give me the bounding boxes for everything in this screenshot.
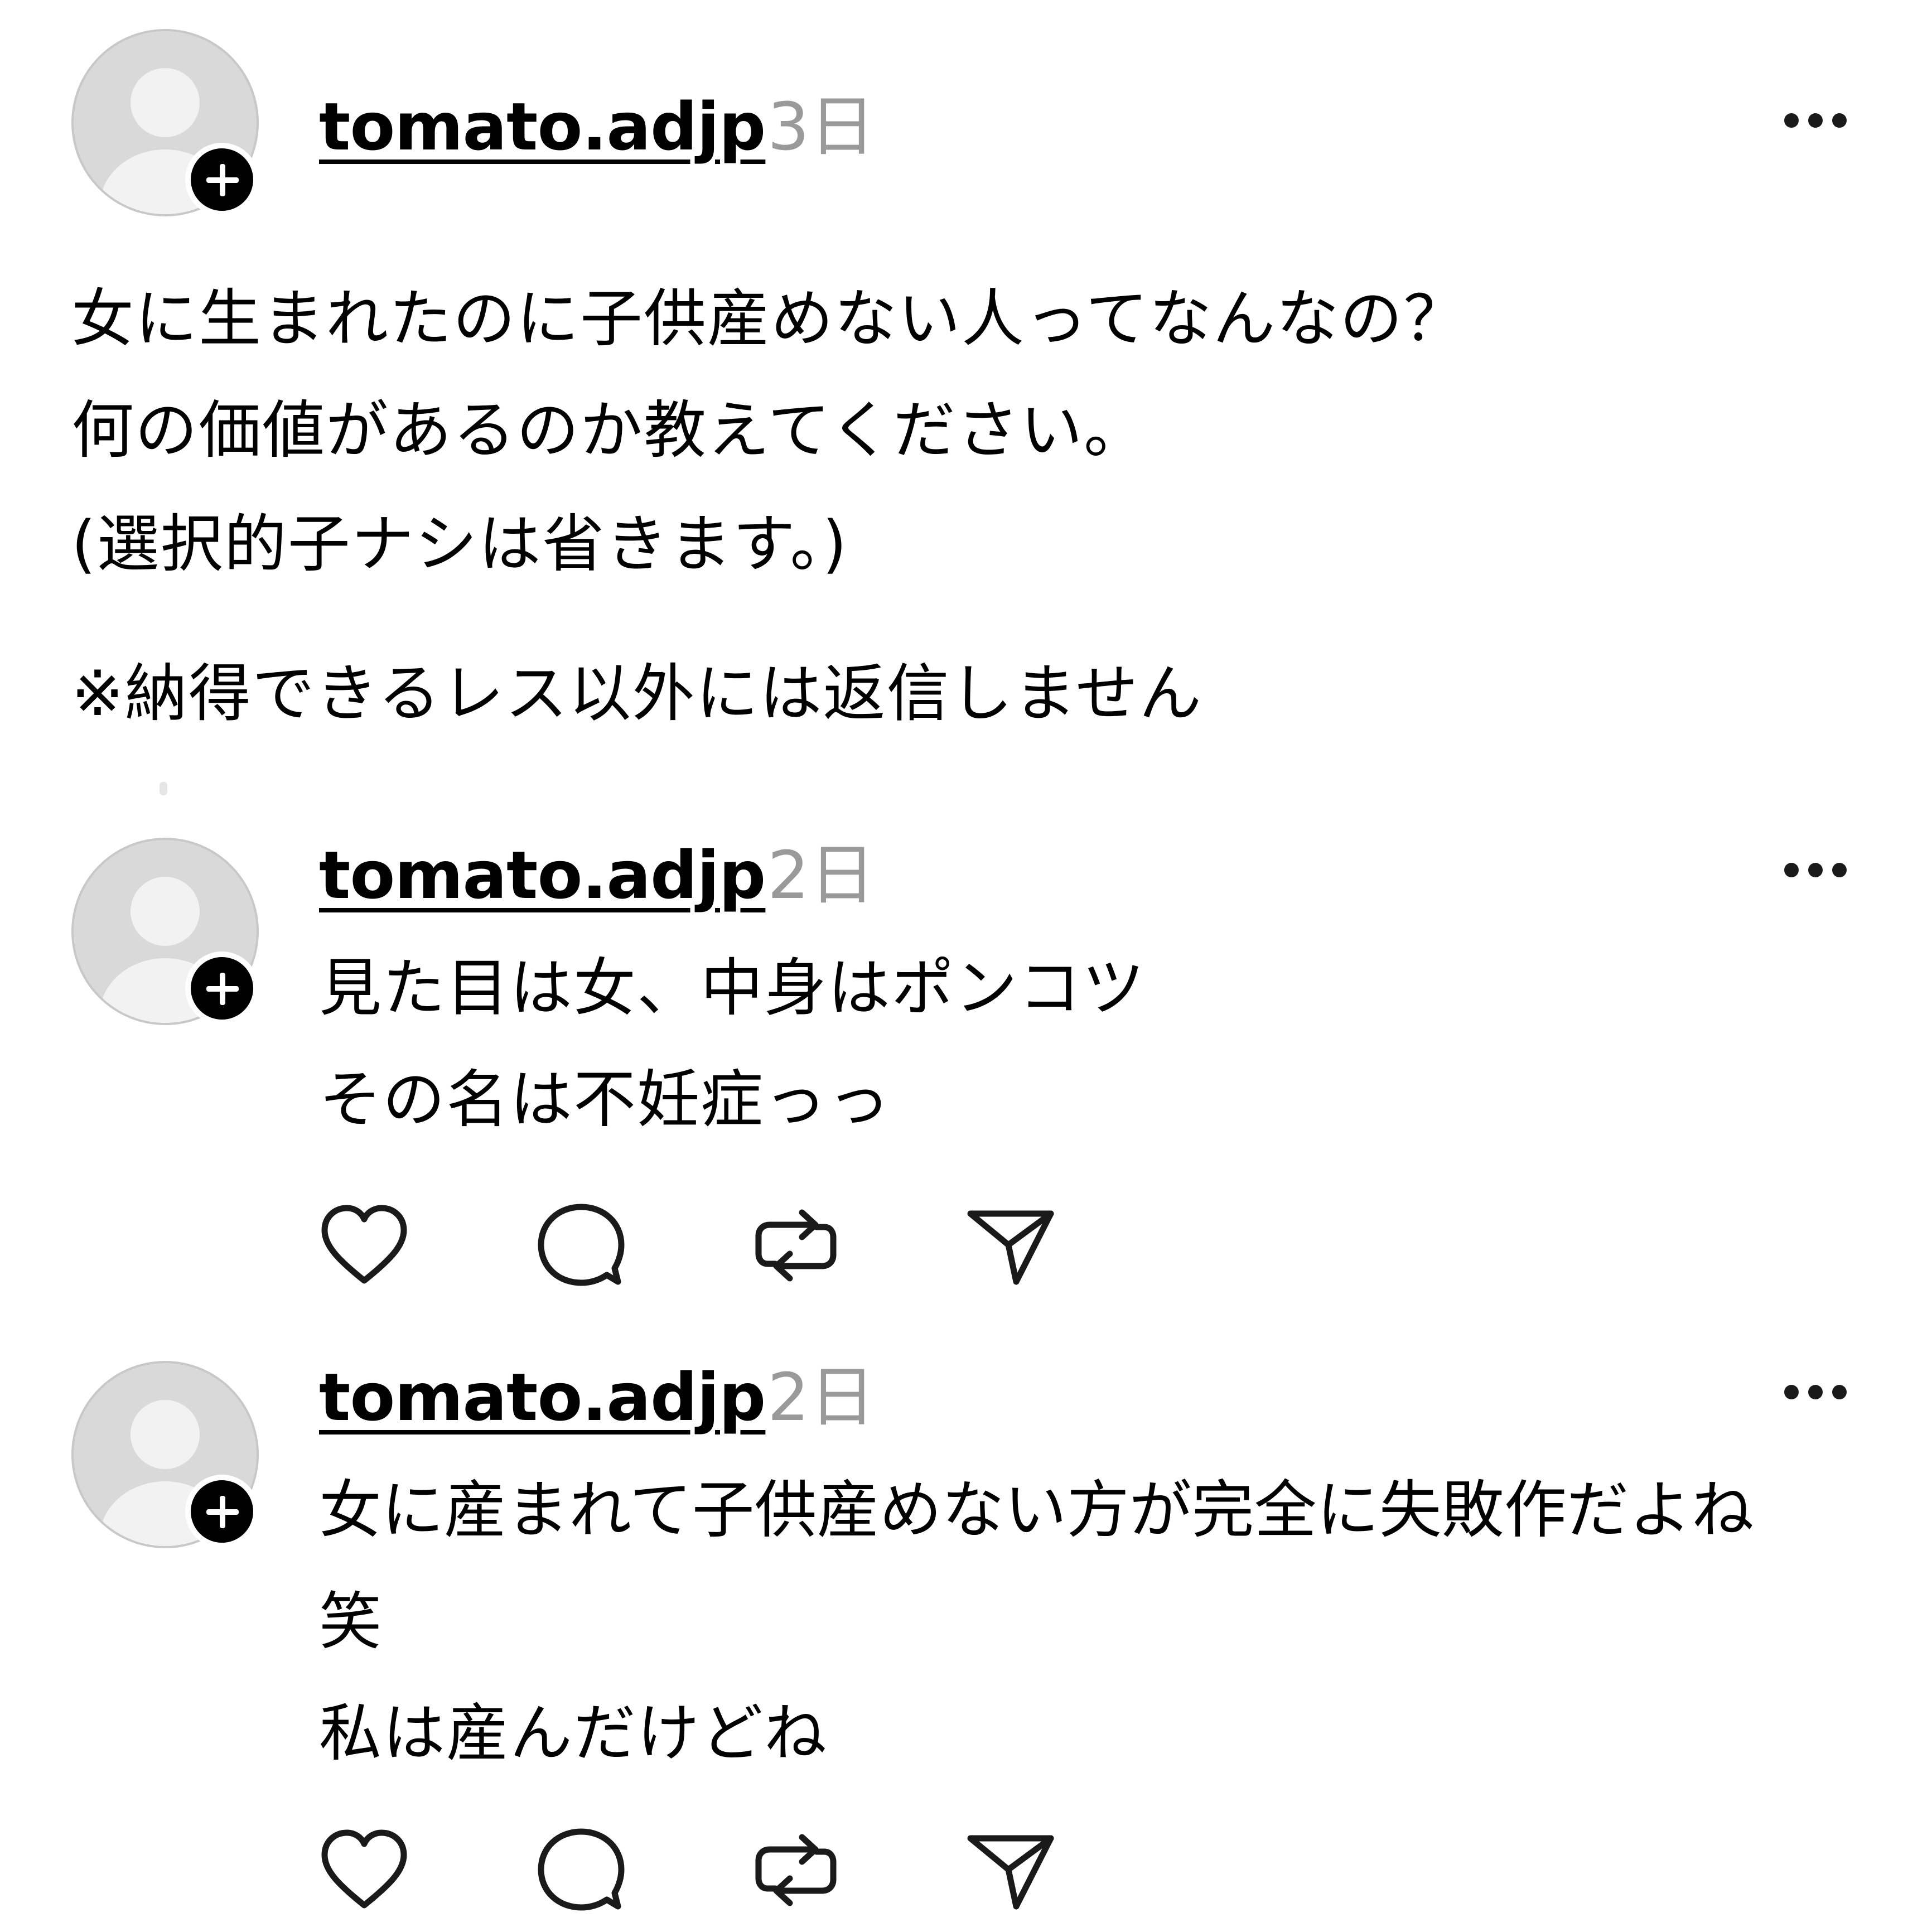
- like-heart-icon[interactable]: [317, 1823, 412, 1917]
- follow-plus-icon[interactable]: [185, 1475, 259, 1548]
- post-text-line: 女に産まれて子供産めない方が完全に失敗作だよね: [319, 1474, 1754, 1547]
- share-paper-plane-icon[interactable]: [963, 1198, 1057, 1293]
- share-paper-plane-icon[interactable]: [963, 1823, 1057, 1917]
- more-options-icon[interactable]: [1779, 1381, 1852, 1403]
- more-options-icon[interactable]: [1779, 859, 1852, 881]
- post-text-line: ※納得できるレス以外には返信しません: [71, 658, 1203, 730]
- like-heart-icon[interactable]: [317, 1198, 412, 1293]
- post-text-line: 見た目は女、中身はポンコツ: [319, 952, 1146, 1025]
- post-text-line: その名は不妊症っっ: [319, 1064, 891, 1136]
- post-timestamp: 3日: [767, 88, 876, 165]
- post-text-line: (選択的子ナシは省きます。): [71, 508, 848, 581]
- more-options-icon[interactable]: [1779, 109, 1852, 132]
- reply-comment-icon[interactable]: [533, 1198, 628, 1293]
- username-link[interactable]: tomato.adjp: [319, 1364, 766, 1430]
- avatar[interactable]: [71, 29, 259, 216]
- follow-plus-icon[interactable]: [185, 143, 259, 216]
- post-text-line: 女に生まれたのに子供産めない人ってなんなの？: [71, 283, 1467, 355]
- username-link[interactable]: tomato.adjp: [319, 842, 766, 908]
- post-text-line: 何の価値があるのか教えてください。: [71, 394, 1148, 467]
- post-timestamp: 2日: [767, 837, 876, 914]
- avatar[interactable]: [71, 838, 259, 1025]
- post-text-line: 笑: [319, 1586, 383, 1658]
- thread-connector: [160, 782, 167, 795]
- username-link[interactable]: tomato.adjp: [319, 94, 766, 160]
- follow-plus-icon[interactable]: [185, 951, 259, 1025]
- reply-comment-icon[interactable]: [533, 1823, 628, 1917]
- avatar[interactable]: [71, 1361, 259, 1548]
- repost-arrows-icon[interactable]: [748, 1198, 843, 1293]
- post-timestamp: 2日: [767, 1359, 876, 1436]
- post-text-line: 私は産んだけどね: [319, 1697, 828, 1770]
- repost-arrows-icon[interactable]: [748, 1823, 843, 1917]
